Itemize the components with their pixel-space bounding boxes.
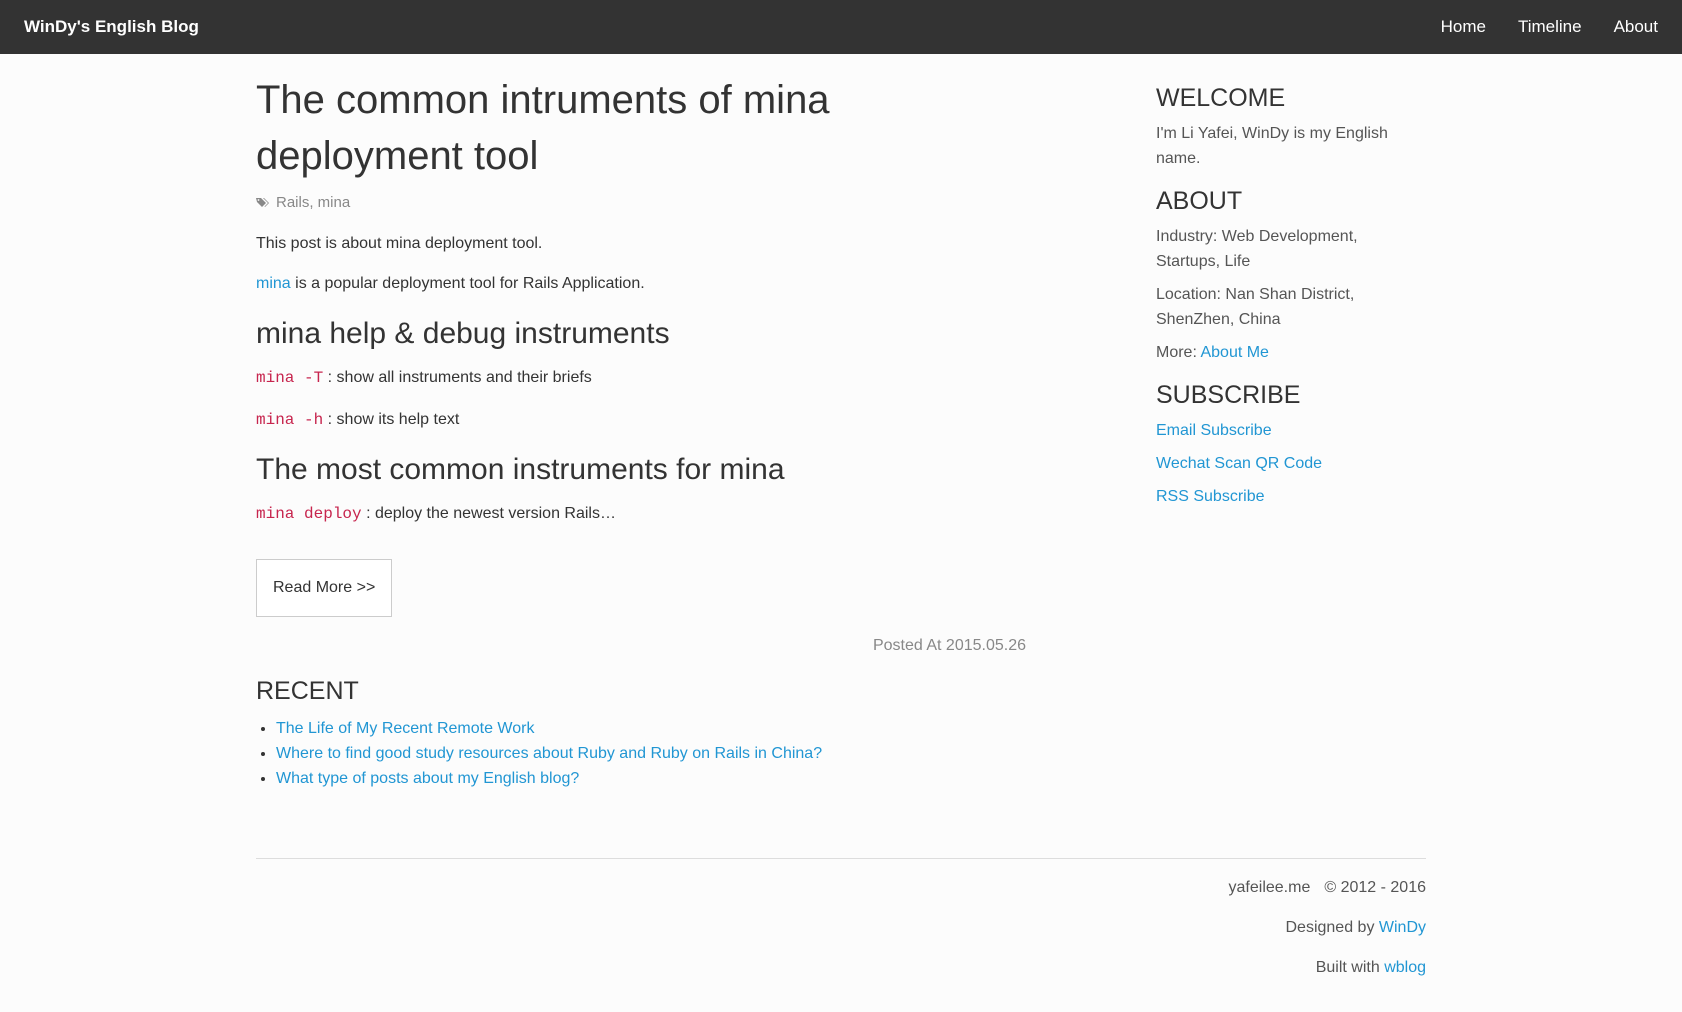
- footer: yafeilee.me © 2012 - 2016 Designed by Win…: [256, 858, 1426, 997]
- list-item: The Life of My Recent Remote Work: [276, 716, 1026, 741]
- cmd2-paragraph: mina -h : show its help text: [256, 409, 1026, 431]
- about-section: ABOUT Industry: Web Development, Startup…: [1156, 187, 1426, 365]
- footer-built-row: Built with wblog: [256, 957, 1426, 979]
- cmd1-code: mina -T: [256, 369, 324, 387]
- recent-list: The Life of My Recent Remote Work Where …: [256, 716, 1026, 791]
- wechat-qr-link[interactable]: Wechat Scan QR Code: [1156, 451, 1426, 476]
- cmd3-paragraph: mina deploy : deploy the newest version …: [256, 503, 1026, 525]
- read-more-button[interactable]: Read More >>: [256, 559, 393, 617]
- about-title: ABOUT: [1156, 187, 1243, 215]
- rss-subscribe-link[interactable]: RSS Subscribe: [1156, 484, 1426, 509]
- cmd1-desc: : show all instruments and their briefs: [323, 369, 592, 386]
- posted-date: Posted At 2015.05.26: [872, 637, 1026, 654]
- cmd2-code: mina -h: [256, 411, 324, 429]
- recent-link[interactable]: What type of posts about my English blog…: [276, 770, 579, 787]
- footer-designed-row: Designed by WinDy: [256, 917, 1427, 939]
- list-item: What type of posts about my English blog…: [276, 766, 1026, 791]
- email-subscribe-link[interactable]: Email Subscribe: [1156, 418, 1426, 443]
- cmd1-paragraph: mina -T : show all instruments and their…: [256, 367, 1026, 389]
- designer-link[interactable]: WinDy: [1379, 919, 1426, 936]
- post-title[interactable]: The common intruments of mina deployment…: [256, 72, 896, 184]
- sidebar: WELCOME I'm Li Yafei, WinDy is my Englis…: [1156, 84, 1426, 525]
- heading-debug: mina help & debug instruments: [256, 317, 670, 350]
- recent-section: RECENT The Life of My Recent Remote Work…: [256, 677, 1026, 791]
- recent-link[interactable]: Where to find good study resources about…: [276, 745, 822, 762]
- recent-title: RECENT: [256, 677, 359, 705]
- mina-paragraph: mina is a popular deployment tool for Ra…: [256, 273, 1026, 295]
- industry-text: Industry: Web Development, Startups, Lif…: [1156, 228, 1358, 270]
- intro-text: This post is about mina deployment tool.: [256, 235, 543, 252]
- footer-site: yafeilee.me: [1228, 879, 1311, 896]
- more-label: More:: [1156, 344, 1201, 361]
- post-excerpt: This post is about mina deployment tool.…: [256, 233, 1026, 525]
- recent-link[interactable]: The Life of My Recent Remote Work: [276, 720, 534, 737]
- nav-timeline[interactable]: Timeline: [1518, 17, 1582, 37]
- nav-about[interactable]: About: [1614, 17, 1658, 37]
- cmd3-desc: : deploy the newest version Rails…: [361, 505, 616, 522]
- mina-link[interactable]: mina: [256, 275, 291, 292]
- welcome-section: WELCOME I'm Li Yafei, WinDy is my Englis…: [1156, 84, 1426, 171]
- post-tags: Rails, mina: [256, 194, 1026, 211]
- wblog-link[interactable]: wblog: [1384, 959, 1426, 976]
- footer-copyright-row: yafeilee.me © 2012 - 2016: [256, 877, 1426, 899]
- subscribe-title: SUBSCRIBE: [1156, 381, 1301, 409]
- nav-links: Home Timeline About: [1441, 17, 1658, 37]
- welcome-text: I'm Li Yafei, WinDy is my English name.: [1156, 125, 1388, 167]
- built-label: Built with: [1315, 959, 1385, 976]
- location-text: Location: Nan Shan District, ShenZhen, C…: [1156, 286, 1355, 328]
- welcome-title: WELCOME: [1156, 84, 1286, 112]
- mina-desc: is a popular deployment tool for Rails A…: [290, 275, 645, 292]
- footer-copyright: © 2012 - 2016: [1324, 879, 1426, 896]
- brand-link[interactable]: WinDy's English Blog: [24, 17, 199, 37]
- cmd2-desc: : show its help text: [323, 411, 460, 428]
- more-row: More: About Me: [1156, 340, 1426, 365]
- top-navbar: WinDy's English Blog Home Timeline About: [0, 0, 1682, 54]
- cmd3-code: mina deploy: [256, 505, 362, 523]
- main-content: The common intruments of mina deployment…: [256, 54, 1026, 791]
- tags-icon: [256, 198, 269, 207]
- nav-home[interactable]: Home: [1441, 17, 1486, 37]
- heading-common: The most common instruments for mina: [256, 453, 785, 486]
- designed-label: Designed by: [1285, 919, 1379, 936]
- subscribe-section: SUBSCRIBE Email Subscribe Wechat Scan QR…: [1156, 381, 1426, 509]
- about-me-link[interactable]: About Me: [1200, 344, 1268, 361]
- tags-text: Rails, mina: [276, 194, 351, 211]
- list-item: Where to find good study resources about…: [276, 741, 1026, 766]
